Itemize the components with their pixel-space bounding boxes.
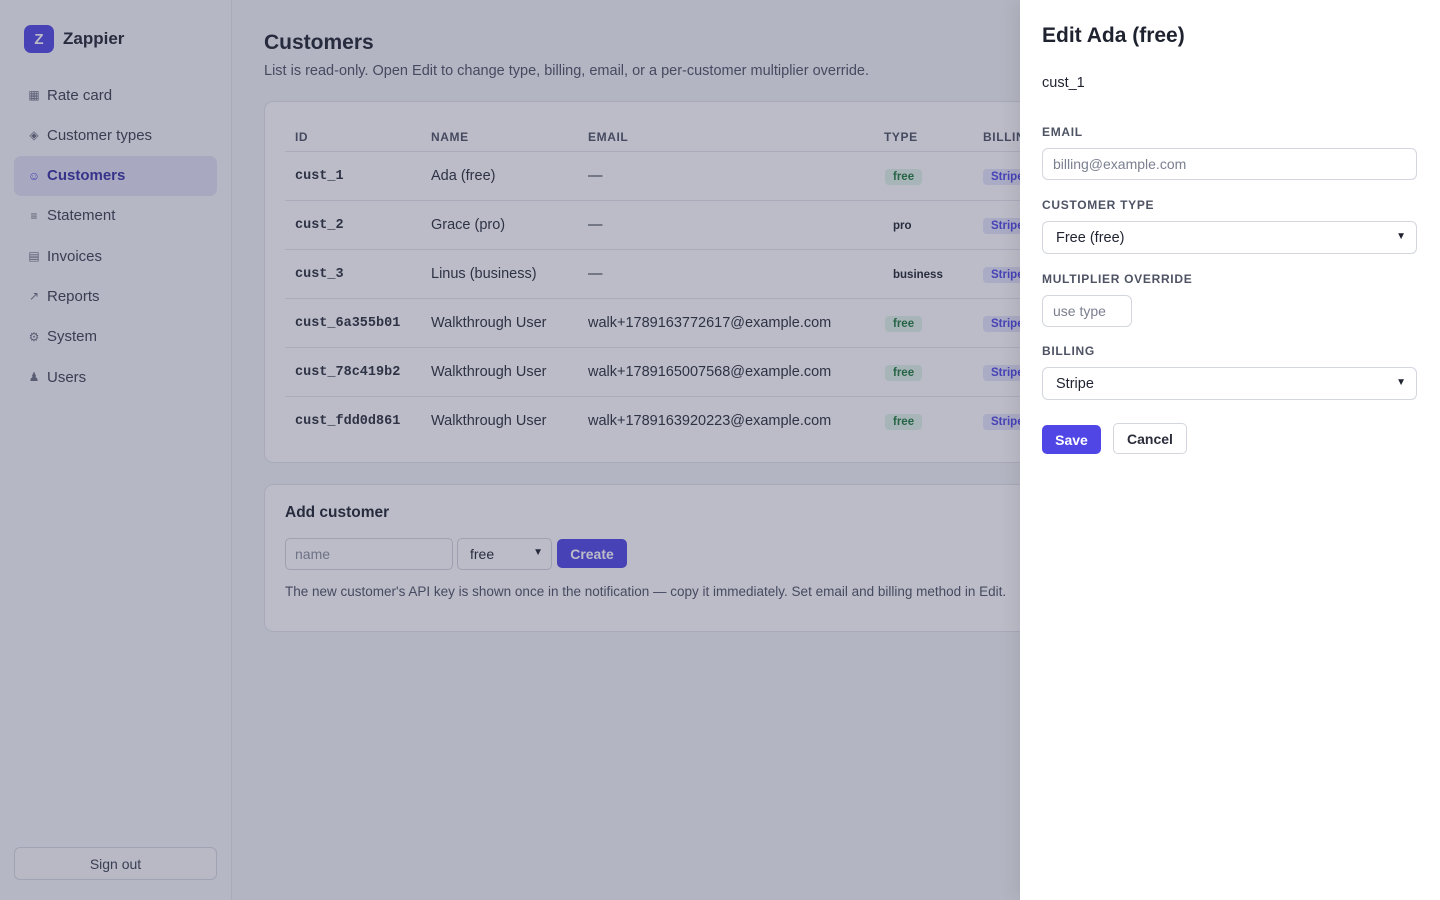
selected-customer-type: Free (free) [1056, 229, 1125, 246]
customer-type-label: CUSTOMER TYPE [1042, 198, 1155, 212]
customer-type-select[interactable]: Free (free) ▼ [1042, 221, 1417, 254]
save-button[interactable]: Save [1042, 425, 1101, 454]
multiplier-override-label: MULTIPLIER OVERRIDE [1042, 272, 1193, 286]
multiplier-override-input[interactable]: use type [1042, 295, 1132, 327]
chevron-down-icon: ▼ [1396, 231, 1406, 242]
drawer-title: Edit Ada (free) [1042, 24, 1185, 47]
billing-select[interactable]: Stripe ▼ [1042, 367, 1417, 400]
customer-id-label: cust_1 [1042, 75, 1085, 91]
modal-backdrop[interactable] [0, 0, 1020, 900]
email-field[interactable]: billing@example.com [1042, 148, 1417, 180]
billing-label: BILLING [1042, 344, 1095, 358]
selected-billing: Stripe [1056, 375, 1094, 392]
email-label: EMAIL [1042, 125, 1083, 139]
chevron-down-icon: ▼ [1396, 377, 1406, 388]
cancel-button[interactable]: Cancel [1113, 423, 1187, 454]
edit-customer-drawer: Edit Ada (free) cust_1 EMAIL billing@exa… [1020, 0, 1440, 900]
